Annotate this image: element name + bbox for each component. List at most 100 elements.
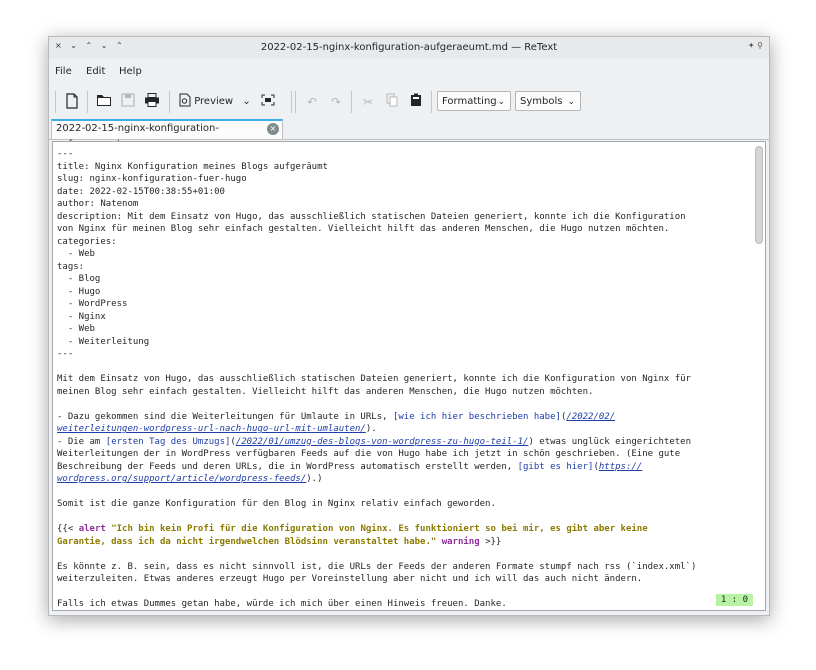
text-segment: date: 2022-02-15T00:38:55+01:00 <box>57 186 225 197</box>
cursor-position: 1 : 0 <box>715 594 753 606</box>
editor-line[interactable]: - Weiterleitung <box>57 336 751 349</box>
chevron-down-icon: ⌄ <box>497 97 505 107</box>
text-segment: - Blog <box>57 274 101 284</box>
editor-line[interactable] <box>57 511 751 524</box>
link-url: wordpress.org/support/article/wordpress-… <box>57 474 307 484</box>
editor-line[interactable]: description: Mit dem Einsatz von Hugo, d… <box>57 211 751 224</box>
title-bar: × ⌄ ⌃ ⌄ ⌃ 2022-02-15-nginx-konfiguration… <box>49 37 769 59</box>
menu-edit[interactable]: Edit <box>86 66 105 77</box>
editor-line[interactable]: Garantie, dass ich da nicht irgendwelche… <box>57 536 751 549</box>
editor-line[interactable]: - Nginx <box>57 311 751 324</box>
preview-icon <box>179 93 191 107</box>
editor-line[interactable]: --- <box>57 148 751 161</box>
link-text: [gibt es hier] <box>517 461 594 472</box>
text-segment: weiterzuleiten. Etwas anderes erzeugt Hu… <box>57 574 643 584</box>
chevron-down-icon: ⌄ <box>567 97 575 107</box>
editor-line[interactable]: - Die am [ersten Tag des Umzugs](/2022/0… <box>57 436 751 449</box>
text-segment: description: Mit dem Einsatz von Hugo, d… <box>57 211 686 222</box>
text-segment: ). <box>365 424 377 434</box>
text-segment: {{< <box>57 524 79 534</box>
link-url: /2022/02/ <box>566 411 616 422</box>
link-url: weiterleitungen-wordpress-url-nach-hugo-… <box>57 424 366 434</box>
shortcode-keyword: warning <box>441 536 480 547</box>
formatting-dropdown[interactable]: Formatting ⌄ <box>437 91 511 111</box>
editor-line[interactable]: Falls ich etwas Dummes getan habe, würde… <box>57 598 751 610</box>
editor-line[interactable]: slug: nginx-konfiguration-fuer-hugo <box>57 173 751 186</box>
toolbar-separator <box>431 91 432 113</box>
editor-line[interactable]: meinen Blog sehr einfach gestalten. Viel… <box>57 386 751 399</box>
close-icon[interactable]: × <box>267 123 279 135</box>
pin-icon[interactable]: ✦ ⚲ <box>748 41 763 50</box>
text-segment: - WordPress <box>57 299 128 309</box>
text-segment: - Die am <box>57 436 106 447</box>
editor-line[interactable]: {{< alert "Ich bin kein Profi für die Ko… <box>57 523 751 536</box>
cut-icon[interactable]: ✂ <box>359 93 377 111</box>
text-segment: - Dazu gekommen sind die Weiterleitungen… <box>57 411 393 422</box>
editor-line[interactable]: Mit dem Einsatz von Hugo, das ausschließ… <box>57 373 751 386</box>
symbols-dropdown[interactable]: Symbols ⌄ <box>515 91 581 111</box>
text-segment: categories: <box>57 236 117 247</box>
text-segment: Mit dem Einsatz von Hugo, das ausschließ… <box>57 374 691 384</box>
toolbar: Preview ⌄ ↶ ↷ ✂ Formatting ⌄ Symbols ⌄ <box>49 87 769 115</box>
editor-line[interactable]: Weiterleitungen der in WordPress verfügb… <box>57 448 751 461</box>
editor-line[interactable]: tags: <box>57 261 751 274</box>
paste-icon[interactable] <box>407 93 425 111</box>
editor-line[interactable]: Somit ist die ganze Konfiguration für de… <box>57 498 751 511</box>
new-document-icon[interactable] <box>63 93 81 111</box>
editor-line[interactable]: - Hugo <box>57 286 751 299</box>
editor-line[interactable]: weiterleitungen-wordpress-url-nach-hugo-… <box>57 423 751 436</box>
preview-button[interactable]: Preview ⌄ <box>179 93 251 111</box>
toolbar-separator <box>295 91 296 113</box>
save-icon[interactable] <box>119 93 137 111</box>
text-segment: Es könnte z. B. sein, dass es nicht sinn… <box>57 561 697 572</box>
editor-line[interactable]: weiterzuleiten. Etwas anderes erzeugt Hu… <box>57 573 751 586</box>
link-text: [ersten Tag des Umzugs] <box>105 436 231 447</box>
markdown-editor[interactable]: --- title: Nginx Konfiguration meines Blo… <box>52 141 766 611</box>
editor-line[interactable]: categories: <box>57 236 751 249</box>
editor-line[interactable] <box>57 548 751 561</box>
editor-line[interactable]: Es könnte z. B. sein, dass es nicht sinn… <box>57 561 751 574</box>
editor-line[interactable]: date: 2022-02-15T00:38:55+01:00 <box>57 186 751 199</box>
print-icon[interactable] <box>143 93 161 111</box>
editor-line[interactable]: wordpress.org/support/article/wordpress-… <box>57 473 751 486</box>
editor-line[interactable]: - Web <box>57 248 751 261</box>
undo-icon[interactable]: ↶ <box>303 93 321 111</box>
text-segment: slug: nginx-konfiguration-fuer-hugo <box>57 174 247 184</box>
text-segment: Beschreibung der Feeds und deren URLs, d… <box>57 461 518 472</box>
formatting-label: Formatting <box>442 96 497 107</box>
editor-line[interactable] <box>57 361 751 374</box>
editor-line[interactable]: - WordPress <box>57 298 751 311</box>
link-text: [wie ich hier beschrieben habe] <box>392 411 561 422</box>
menu-help[interactable]: Help <box>119 66 142 77</box>
vertical-scrollbar[interactable] <box>755 146 763 606</box>
editor-line[interactable]: - Blog <box>57 273 751 286</box>
editor-line[interactable] <box>57 398 751 411</box>
tab-document[interactable]: 2022-02-15-nginx-konfiguration-aufgeraeu… <box>51 119 283 150</box>
editor-line[interactable]: von Nginx für meinen Blog sehr einfach g… <box>57 223 751 236</box>
editor-line[interactable]: --- <box>57 348 751 361</box>
editor-line[interactable]: - Web <box>57 323 751 336</box>
editor-text[interactable]: --- title: Nginx Konfiguration meines Blo… <box>57 148 751 610</box>
menu-file[interactable]: File <box>55 66 72 77</box>
editor-line[interactable] <box>57 586 751 599</box>
editor-line[interactable]: Beschreibung der Feeds und deren URLs, d… <box>57 461 751 474</box>
text-segment: - Web <box>57 324 95 334</box>
editor-line[interactable]: title: Nginx Konfiguration meines Blogs … <box>57 161 751 174</box>
chevron-down-icon[interactable]: ⌄ <box>242 96 250 107</box>
link-url: https:// <box>598 461 643 472</box>
editor-line[interactable]: - Dazu gekommen sind die Weiterleitungen… <box>57 411 751 424</box>
text-segment: --- <box>57 149 74 159</box>
redo-icon[interactable]: ↷ <box>327 93 345 111</box>
editor-line[interactable]: author: Natenom <box>57 198 751 211</box>
shortcode-string: Garantie, dass ich da nicht irgendwelche… <box>57 536 437 547</box>
scrollbar-thumb[interactable] <box>755 146 763 244</box>
toolbar-separator <box>169 91 170 113</box>
text-segment: meinen Blog sehr einfach gestalten. Viel… <box>57 386 594 397</box>
open-folder-icon[interactable] <box>95 93 113 111</box>
fullscreen-icon[interactable] <box>259 93 277 111</box>
text-segment: Falls ich etwas Dummes getan habe, würde… <box>57 599 507 609</box>
copy-icon[interactable] <box>383 93 401 111</box>
retext-window: × ⌄ ⌃ ⌄ ⌃ 2022-02-15-nginx-konfiguration… <box>48 36 770 616</box>
text-segment: >}} <box>479 536 502 547</box>
editor-line[interactable] <box>57 486 751 499</box>
